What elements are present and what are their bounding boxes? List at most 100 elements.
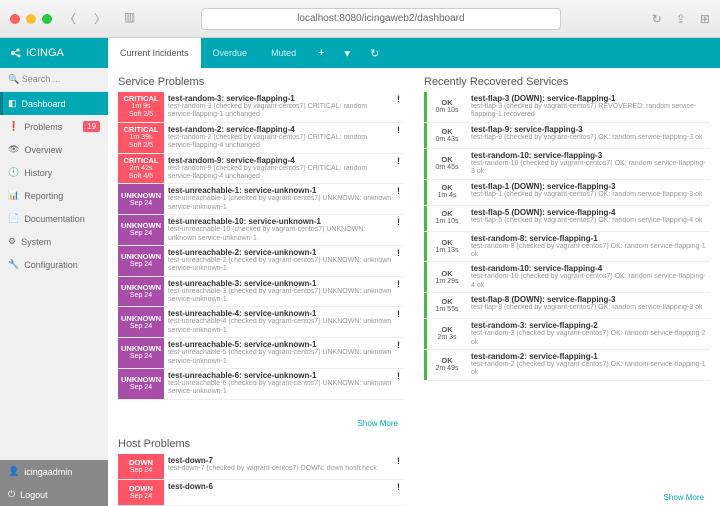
sidebar-button[interactable]: ▥ [124,10,135,27]
nav-logout[interactable]: ⏻Logout [0,483,108,506]
ack-icon[interactable]: ! [397,338,404,368]
list-row[interactable]: UNKNOWNSep 24test-unreachable-2: service… [118,246,404,277]
nav-dashboard[interactable]: ◧Dashboard [0,92,108,115]
state-badge: UNKNOWNSep 24 [118,307,164,337]
ack-icon[interactable]: ! [397,277,404,307]
row-body: test-random-2: service-flapping-1test-ra… [467,350,710,380]
state-badge: DOWNSep 24 [118,480,164,505]
row-body: test-flap-1 (DOWN): service-flapping-3te… [467,180,710,205]
row-title: test-unreachable-1: service-unknown-1 [168,186,393,195]
list-row[interactable]: UNKNOWNSep 24test-unreachable-5: service… [118,338,404,369]
nav-documentation[interactable]: 📄Documentation [0,207,108,230]
list-row[interactable]: OK1m 10stest-flap-5 (DOWN): service-flap… [424,206,710,232]
list-row[interactable]: OK0m 10stest-flap-3 (DOWN): service-flap… [424,92,710,123]
list-row[interactable]: UNKNOWNSep 24test-unreachable-1: service… [118,184,404,215]
tab-muted[interactable]: Muted [259,38,308,68]
list-row[interactable]: OK1m 13stest-random-8: service-flapping-… [424,232,710,263]
list-row[interactable]: OK1m 29stest-random-10: service-flapping… [424,262,710,293]
row-title: test-random-10: service-flapping-4 [471,264,706,273]
row-body: test-random-10: service-flapping-4test-r… [467,262,710,292]
row-title: test-down-6 [168,482,393,491]
nav-user[interactable]: 👤icingaadmin [0,460,108,483]
tabs-button[interactable]: ⊞ [700,12,710,26]
show-more-recovered[interactable]: Show More [424,489,710,506]
list-row[interactable]: OK2m 49stest-random-2: service-flapping-… [424,350,710,381]
state-badge: UNKNOWNSep 24 [118,184,164,214]
content: Service Problems CRITICAL1m 9sSoft 2/5te… [108,68,720,506]
tab-overdue[interactable]: Overdue [201,38,260,68]
list-row[interactable]: CRITICAL1m 39sSoft 2/5test-random-2: ser… [118,123,404,154]
list-row[interactable]: OK2m 3stest-random-3: service-flapping-2… [424,319,710,350]
list-row[interactable]: CRITICAL2m 42sSoft 4/5test-random-9: ser… [118,154,404,185]
dashboard-icon: ◧ [8,98,17,109]
state-badge: OK2m 3s [424,319,467,349]
ack-icon[interactable]: ! [397,454,404,479]
list-row[interactable]: UNKNOWNSep 24test-unreachable-4: service… [118,307,404,338]
list-row[interactable]: OK1m 4stest-flap-1 (DOWN): service-flapp… [424,180,710,206]
row-body: test-unreachable-4: service-unknown-1tes… [164,307,397,337]
row-desc: test-unreachable-3 (checked by vagrant-c… [168,288,393,305]
tab-current-incidents[interactable]: Current Incidents [108,38,201,68]
row-title: test-random-3: service-flapping-1 [168,94,393,103]
row-desc: test-random-10 (checked by vagrant-cento… [471,160,706,177]
col-service-problems: Service Problems CRITICAL1m 9sSoft 2/5te… [108,68,414,506]
ack-icon[interactable]: ! [397,154,404,184]
list-row[interactable]: CRITICAL1m 9sSoft 2/5test-random-3: serv… [118,92,404,123]
share-button[interactable]: ⇪ [676,12,686,26]
row-desc: test-random-10 (checked by vagrant-cento… [471,273,706,290]
brand[interactable]: ICINGA [0,38,108,68]
app: ICINGA 🔍 Search ... ◧Dashboard ❗Problems… [0,38,720,506]
reload-button[interactable]: ↻ [652,12,662,26]
problems-icon: ❗ [8,121,19,132]
tab-dropdown[interactable]: ▾ [335,38,361,68]
ack-icon[interactable]: ! [397,307,404,337]
row-desc: test-random-9 (checked by vagrant-centos… [168,165,393,182]
row-body: test-unreachable-2: service-unknown-1tes… [164,246,397,276]
row-desc: test-unreachable-2 (checked by vagrant-c… [168,257,393,274]
row-title: test-unreachable-5: service-unknown-1 [168,340,393,349]
list-row[interactable]: DOWNSep 24test-down-7test-down-7 (checke… [118,454,404,480]
ack-icon[interactable]: ! [397,92,404,122]
minimize-window-button[interactable] [26,14,36,24]
state-badge: UNKNOWNSep 24 [118,246,164,276]
forward-button[interactable]: 〉 [94,10,106,27]
list-row[interactable]: UNKNOWNSep 24test-unreachable-6: service… [118,369,404,400]
tab-refresh[interactable]: ↻ [360,38,389,68]
row-body: test-unreachable-10: service-unknown-1te… [164,215,397,245]
show-more-service-problems[interactable]: Show More [118,415,404,432]
close-window-button[interactable] [10,14,20,24]
list-row[interactable]: UNKNOWNSep 24test-unreachable-3: service… [118,277,404,308]
overview-icon: 👁 [8,144,19,155]
nav-configuration[interactable]: 🔧Configuration [0,253,108,276]
nav-overview[interactable]: 👁Overview [0,138,108,161]
state-badge: OK0m 43s [424,123,467,148]
nav-reporting[interactable]: 📊Reporting [0,184,108,207]
list-row[interactable]: UNKNOWNSep 24test-unreachable-10: servic… [118,215,404,246]
list-row[interactable]: OK0m 43stest-flap-9: service-flapping-3t… [424,123,710,149]
back-button[interactable]: 〈 [64,10,76,27]
ack-icon[interactable]: ! [397,123,404,153]
tab-add[interactable]: + [308,38,334,68]
state-badge: OK1m 29s [424,262,467,292]
heading-service-problems: Service Problems [118,76,404,88]
nav-system[interactable]: ⚙System [0,230,108,253]
problems-badge: 19 [83,121,100,132]
list-row[interactable]: OK1m 55stest-flap-8 (DOWN): service-flap… [424,293,710,319]
row-body: test-unreachable-1: service-unknown-1tes… [164,184,397,214]
nav-problems[interactable]: ❗Problems19 [0,115,108,138]
row-desc: test-random-8 (checked by vagrant-centos… [471,243,706,260]
ack-icon[interactable]: ! [397,246,404,276]
ack-icon[interactable]: ! [397,369,404,399]
ack-icon[interactable]: ! [397,215,404,245]
row-body: test-down-7test-down-7 (checked by vagra… [164,454,397,479]
nav-history[interactable]: 🕘History [0,161,108,184]
url-bar[interactable]: localhost:8080/icingaweb2/dashboard [201,8,561,30]
ack-icon[interactable]: ! [397,480,404,505]
zoom-window-button[interactable] [42,14,52,24]
ack-icon[interactable]: ! [397,184,404,214]
search-input[interactable]: 🔍 Search ... [0,68,108,92]
row-title: test-unreachable-4: service-unknown-1 [168,309,393,318]
state-badge: UNKNOWNSep 24 [118,215,164,245]
list-row[interactable]: DOWNSep 24 test-down-6! [118,480,404,506]
list-row[interactable]: OK0m 45stest-random-10: service-flapping… [424,149,710,180]
